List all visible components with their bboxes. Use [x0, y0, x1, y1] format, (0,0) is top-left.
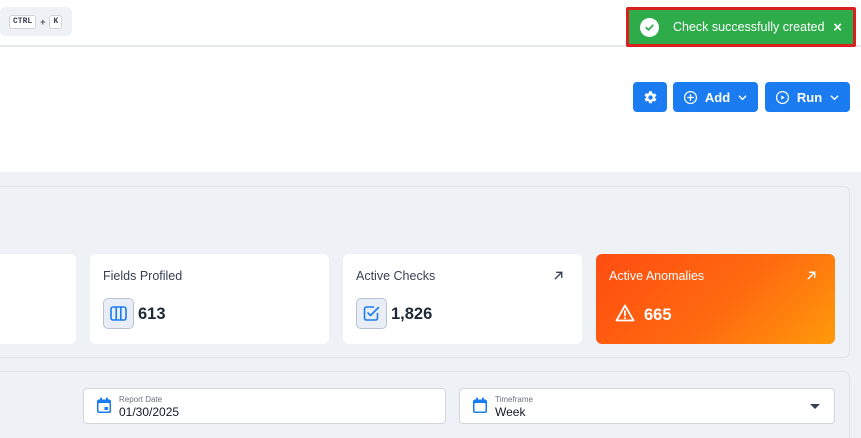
- plus-circle-icon: [683, 90, 697, 104]
- timeframe-select[interactable]: Timeframe Week: [459, 388, 835, 424]
- card-value: 665: [644, 306, 672, 324]
- report-date-label: Report Date: [119, 395, 163, 404]
- card-title: Fields Profiled: [103, 269, 183, 283]
- ctrl-key: CTRL: [9, 14, 37, 29]
- toast-message: Check successfully created: [673, 20, 825, 34]
- fields-profiled-card: Fields Profiled 613: [90, 254, 329, 344]
- timeframe-value: Week: [495, 405, 526, 419]
- report-date-value: 01/30/2025: [119, 405, 180, 419]
- report-date-field[interactable]: Report Date 01/30/2025: [83, 388, 446, 424]
- play-circle-icon: [775, 90, 789, 104]
- settings-button[interactable]: [633, 82, 667, 112]
- success-toast: Check successfully created ×: [626, 7, 856, 47]
- add-button[interactable]: Add: [673, 82, 758, 112]
- caret-down-icon: [810, 404, 820, 409]
- run-button[interactable]: Run: [765, 82, 850, 112]
- arrow-up-right-icon[interactable]: [553, 270, 564, 281]
- calendar-icon: [97, 397, 111, 413]
- columns-icon: [103, 298, 134, 329]
- card-title: Active Anomalies: [609, 269, 705, 283]
- summary-card-partial: [0, 254, 76, 344]
- card-value: 1,826: [391, 305, 433, 323]
- add-button-label: Add: [704, 89, 731, 105]
- active-anomalies-card[interactable]: Active Anomalies 665: [596, 254, 835, 344]
- search-shortcut-hint[interactable]: CTRL + K: [0, 7, 72, 36]
- card-title: Active Checks: [356, 269, 436, 283]
- run-button-label: Run: [796, 89, 823, 105]
- timeframe-label: Timeframe: [495, 395, 533, 404]
- warning-icon: [615, 304, 635, 322]
- shortcut-plus: +: [40, 16, 46, 27]
- check-square-icon: [356, 298, 387, 329]
- chevron-down-icon: [738, 94, 747, 100]
- gear-icon: [644, 90, 656, 103]
- active-checks-card[interactable]: Active Checks 1,826: [343, 254, 582, 344]
- card-value: 613: [138, 305, 166, 323]
- k-key: K: [49, 14, 63, 29]
- calendar-icon: [473, 397, 487, 413]
- check-circle-icon: [640, 17, 659, 37]
- arrow-up-right-icon[interactable]: [806, 270, 817, 281]
- chevron-down-icon: [830, 94, 839, 100]
- close-icon[interactable]: ×: [833, 20, 842, 35]
